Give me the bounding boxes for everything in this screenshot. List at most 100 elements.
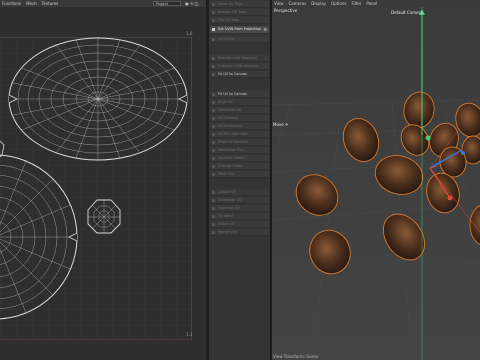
gizmo-z-tip[interactable] xyxy=(461,151,465,155)
command-label: Realign UV Tags xyxy=(218,10,246,14)
uv-editor-panel[interactable]: 1,0 1,1 xyxy=(0,7,206,360)
command-icon xyxy=(212,101,215,104)
command-label: Unwrap Shells xyxy=(218,164,243,168)
projection-dropdown-value: Project xyxy=(156,2,168,6)
command-label: Flip UV Tags xyxy=(218,18,240,22)
command-label: Merge UVs xyxy=(218,230,237,234)
command-icon xyxy=(212,223,215,226)
command-label: Edge UV Relaxed xyxy=(218,140,248,144)
command-icon xyxy=(212,157,215,160)
command-item[interactable]: Normalize UVs xyxy=(210,147,269,154)
command-icon xyxy=(212,73,215,76)
command-icon xyxy=(212,11,215,14)
command-label: UV Pin Unpinned xyxy=(218,132,248,136)
camera-name-label[interactable]: Default Camera xyxy=(391,10,423,15)
viewport-menu-item-0[interactable]: View xyxy=(274,0,284,7)
uv-canvas-grid xyxy=(0,37,192,340)
viewport-menu-item-4[interactable]: Filter xyxy=(351,0,361,7)
projection-dropdown[interactable]: Project xyxy=(153,1,181,6)
command-label: UV Straighten xyxy=(218,124,243,128)
command-item[interactable]: UV Weld xyxy=(210,213,269,220)
command-icon xyxy=(212,28,215,31)
command-label: UV Cleanup xyxy=(218,116,239,120)
command-icon xyxy=(212,173,215,176)
active-tool-label: Move ✛ xyxy=(273,122,289,127)
command-item[interactable]: Fit UV to Canvas xyxy=(210,71,269,78)
command-item[interactable]: UV Pin Unpinned xyxy=(210,131,269,138)
command-item[interactable]: UV Shells xyxy=(210,36,269,43)
command-label: Stitch UV xyxy=(218,222,235,226)
gizmo-x-tip[interactable] xyxy=(447,195,453,201)
command-label: UV Shells xyxy=(218,37,235,41)
command-label: Pack UVs xyxy=(218,172,234,176)
command-item[interactable]: Collapse UVW Mapping xyxy=(210,63,269,70)
command-icon xyxy=(212,191,215,194)
gizmo-y-tip[interactable] xyxy=(425,135,431,141)
command-item[interactable]: Stitch UV xyxy=(210,221,269,228)
uv-corner-label-bottom: 1,1 xyxy=(186,332,193,337)
uv-corner-label-top: 1,0 xyxy=(186,31,193,36)
command-item[interactable]: UV Cleanup xyxy=(210,115,269,122)
command-label: Layout UV xyxy=(218,190,236,194)
command-label: Align UV xyxy=(218,100,233,104)
command-item[interactable]: Flip UV Tags xyxy=(210,17,269,24)
command-icon xyxy=(212,149,215,152)
command-icon xyxy=(212,215,215,218)
command-item[interactable]: Align UV xyxy=(210,99,269,106)
command-item[interactable]: Merge UVs xyxy=(210,229,269,236)
viewport-menu-item-2[interactable]: Display xyxy=(311,0,326,7)
viewport-menubar: View Cameras Display Options Filter Pane… xyxy=(272,0,480,7)
command-label: Collapse UVW Mapping xyxy=(218,64,259,68)
uv-menu-item-1[interactable]: Mesh xyxy=(26,0,37,7)
3d-viewport[interactable]: View Cameras Display Options Filter Pane… xyxy=(272,0,480,360)
uv-commands-panel: Relax UV Tags Realign UV Tags Flip UV Ta… xyxy=(209,0,270,360)
command-item[interactable]: Distribute UV xyxy=(210,107,269,114)
command-label: Fit UV to Canvas xyxy=(218,72,247,76)
viewport-menu-item-3[interactable]: Options xyxy=(331,0,346,7)
uv-menu-item-0[interactable]: Functions xyxy=(2,0,21,7)
uv-grid xyxy=(0,37,192,340)
gear-icon[interactable]: ⚙ xyxy=(263,26,267,33)
command-item[interactable]: Pack UVs xyxy=(210,171,269,178)
command-icon xyxy=(212,165,215,168)
command-label: Fit UV to Canvas xyxy=(218,92,247,96)
command-icon xyxy=(212,38,215,41)
command-icon xyxy=(212,109,215,112)
command-item[interactable]: Edge UV Relaxed xyxy=(210,139,269,146)
command-item[interactable]: Unwrap Shells xyxy=(210,163,269,170)
command-label: Relax UV Tags xyxy=(218,2,243,6)
command-label: Subdivide UV xyxy=(218,198,242,202)
command-label: UV Weld xyxy=(218,214,233,218)
command-icon xyxy=(212,125,215,128)
command-label: Normalize UVs xyxy=(218,148,244,152)
command-icon xyxy=(212,231,215,234)
command-icon xyxy=(212,3,215,6)
command-item[interactable]: Optimize UV xyxy=(210,205,269,212)
command-label: Set UVW from Projection xyxy=(218,27,261,31)
command-item[interactable]: Relax UV Tags xyxy=(210,1,269,8)
command-label: Distribute UV xyxy=(218,108,242,112)
command-item[interactable]: Realign UV Tags xyxy=(210,9,269,16)
command-item[interactable]: Fit UV to Canvas xyxy=(210,91,269,98)
command-icon xyxy=(212,65,215,68)
command-label: Optimize UV xyxy=(218,206,240,210)
command-icon xyxy=(212,133,215,136)
command-item[interactable]: UV Straighten xyxy=(210,123,269,130)
uv-toolbar-icons[interactable]: ▣ ⟲ ◫ xyxy=(185,0,198,7)
command-item-selected[interactable]: Set UVW from Projection ⚙ xyxy=(210,26,269,34)
viewport-menu-item-5[interactable]: Panel xyxy=(366,0,377,7)
viewport-menu-item-1[interactable]: Cameras xyxy=(289,0,307,7)
viewport-scene[interactable] xyxy=(272,0,480,360)
command-item[interactable]: Rebuild UVW Mapping xyxy=(210,55,269,62)
command-icon xyxy=(212,93,215,96)
command-item[interactable]: Equalize Shells xyxy=(210,155,269,162)
command-item[interactable]: Subdivide UV xyxy=(210,197,269,204)
uv-editor-menubar: Functions Mesh Textures Project ▣ ⟲ ◫ xyxy=(0,0,206,7)
command-icon xyxy=(212,57,215,60)
command-label: Rebuild UVW Mapping xyxy=(218,56,257,60)
viewport-status-text: View Transform: Scene xyxy=(273,354,319,359)
command-icon xyxy=(212,117,215,120)
command-item[interactable]: Layout UV xyxy=(210,189,269,196)
uv-menu-item-2[interactable]: Textures xyxy=(42,0,59,7)
view-name-label: Perspective xyxy=(274,8,298,13)
